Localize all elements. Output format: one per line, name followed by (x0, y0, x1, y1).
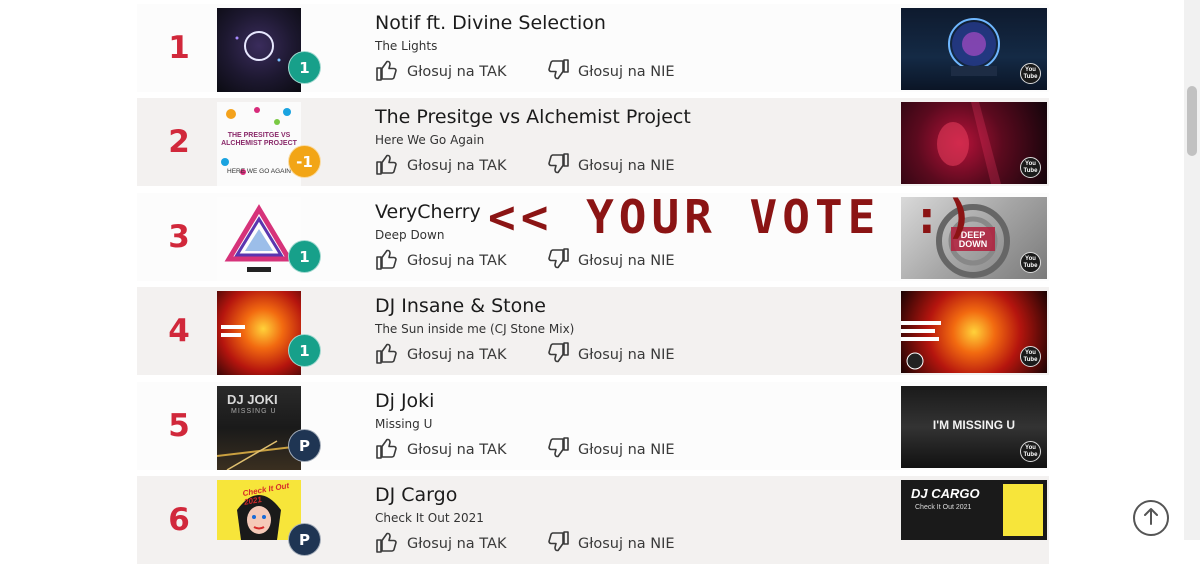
track-title: Deep Down (375, 228, 445, 242)
vote-no-button[interactable]: Głosuj na NIE (546, 342, 675, 368)
video-thumbnail[interactable]: DJ CARGO Check It Out 2021 (901, 480, 1047, 540)
scroll-to-top-button[interactable] (1133, 500, 1169, 536)
position-change-badge: 1 (288, 51, 321, 84)
list-item: 6 Check It Out 2021 P DJ Cargo Check It … (137, 476, 1049, 564)
vote-no-label: Głosuj na NIE (578, 347, 675, 363)
list-item: 4 1 DJ Insane & Stone The Sun inside me … (137, 287, 1049, 375)
artist-name: DJ Cargo (375, 484, 458, 506)
rank-number: 2 (168, 124, 190, 160)
thumbs-down-icon (546, 58, 578, 86)
vote-yes-label: Głosuj na TAK (407, 347, 507, 363)
thumbs-down-icon (546, 436, 578, 464)
vote-no-label: Głosuj na NIE (578, 536, 675, 552)
thumbnail-text: I'M MISSING U (932, 418, 1016, 432)
list-item: 5 DJ JOKI MISSING U P Dj Joki Missing U … (137, 382, 1049, 470)
youtube-icon: You Tube (1020, 441, 1041, 462)
track-title: Check It Out 2021 (375, 511, 484, 525)
album-cover: THE PRESITGE VS ALCHEMIST PROJECT HERE W… (217, 102, 301, 186)
vote-no-button[interactable]: Głosuj na NIE (546, 531, 675, 557)
list-item: 2 THE PRESITGE VS ALCHEMIST PROJECT HERE… (137, 98, 1049, 186)
vertical-scrollbar[interactable] (1184, 0, 1200, 540)
thumbs-down-icon (546, 341, 578, 369)
thumbs-up-icon (375, 247, 407, 275)
artist-name: Dj Joki (375, 390, 435, 412)
arrow-up-icon (1142, 506, 1160, 531)
list-item: 1 1 Notif ft. Divine Selection The Light… (137, 4, 1049, 92)
youtube-icon: You Tube (1020, 346, 1041, 367)
rank-number: 4 (168, 313, 190, 349)
thumbs-up-icon (375, 152, 407, 180)
thumbs-up-icon (375, 58, 407, 86)
mini-cover (1003, 484, 1043, 536)
artist-name: Notif ft. Divine Selection (375, 12, 606, 34)
vote-no-label: Głosuj na NIE (578, 253, 675, 269)
album-cover (217, 8, 301, 92)
artist-name: VeryCherry (375, 201, 481, 223)
position-change-badge: 1 (288, 240, 321, 273)
cover-text: DJ JOKI (227, 392, 278, 407)
position-change-badge: P (288, 429, 321, 462)
album-cover: Check It Out 2021 (217, 480, 301, 540)
rank-number: 1 (168, 30, 190, 66)
album-cover (217, 291, 301, 375)
thumbnail-text: Check It Out 2021 (915, 504, 972, 511)
vote-no-button[interactable]: Głosuj na NIE (546, 59, 675, 85)
vote-yes-button[interactable]: Głosuj na TAK (375, 248, 506, 274)
artist-name: The Presitge vs Alchemist Project (375, 106, 691, 128)
track-title: The Sun inside me (CJ Stone Mix) (375, 322, 575, 336)
album-cover: DJ JOKI MISSING U (217, 386, 301, 470)
rank-number: 6 (168, 502, 190, 538)
rank-number: 3 (168, 219, 190, 255)
vote-yes-label: Głosuj na TAK (407, 158, 507, 174)
vote-no-button[interactable]: Głosuj na NIE (546, 248, 675, 274)
thumbs-up-icon (375, 341, 407, 369)
video-thumbnail[interactable]: You Tube (901, 8, 1047, 90)
video-thumbnail[interactable]: I'M MISSING U You Tube (901, 386, 1047, 468)
vote-no-label: Głosuj na NIE (578, 158, 675, 174)
cover-text: HERE WE GO AGAIN (227, 168, 291, 175)
your-vote-annotation: << YOUR VOTE :) (488, 190, 979, 244)
artist-name: DJ Insane & Stone (375, 295, 546, 317)
track-title: The Lights (375, 39, 438, 53)
thumbs-up-icon (375, 530, 407, 558)
vote-yes-label: Głosuj na TAK (407, 253, 507, 269)
thumbs-down-icon (546, 247, 578, 275)
album-cover (217, 197, 301, 281)
video-thumbnail[interactable]: You Tube (901, 291, 1047, 373)
thumbs-down-icon (546, 152, 578, 180)
thumbnail-text: DJ CARGO (911, 486, 980, 501)
vote-yes-button[interactable]: Głosuj na TAK (375, 437, 506, 463)
thumbs-down-icon (546, 530, 578, 558)
youtube-icon: You Tube (1020, 63, 1041, 84)
vote-yes-button[interactable]: Głosuj na TAK (375, 531, 506, 557)
youtube-icon: You Tube (1020, 252, 1041, 273)
position-change-badge: -1 (288, 145, 321, 178)
vote-yes-label: Głosuj na TAK (407, 64, 507, 80)
cover-text: THE PRESITGE VS ALCHEMIST PROJECT (221, 132, 297, 147)
track-title: Missing U (375, 417, 433, 431)
track-title: Here We Go Again (375, 133, 485, 147)
vote-yes-button[interactable]: Głosuj na TAK (375, 153, 506, 179)
vote-yes-label: Głosuj na TAK (407, 442, 507, 458)
thumbs-up-icon (375, 436, 407, 464)
vote-yes-button[interactable]: Głosuj na TAK (375, 342, 506, 368)
cover-text: MISSING U (231, 408, 277, 415)
vote-no-button[interactable]: Głosuj na NIE (546, 437, 675, 463)
youtube-icon: You Tube (1020, 157, 1041, 178)
vote-yes-button[interactable]: Głosuj na TAK (375, 59, 506, 85)
vote-no-button[interactable]: Głosuj na NIE (546, 153, 675, 179)
scrollbar-thumb[interactable] (1187, 86, 1197, 156)
vote-no-label: Głosuj na NIE (578, 64, 675, 80)
position-change-badge: 1 (288, 334, 321, 367)
vote-no-label: Głosuj na NIE (578, 442, 675, 458)
vote-yes-label: Głosuj na TAK (407, 536, 507, 552)
rank-number: 5 (168, 408, 190, 444)
video-thumbnail[interactable]: You Tube (901, 102, 1047, 184)
